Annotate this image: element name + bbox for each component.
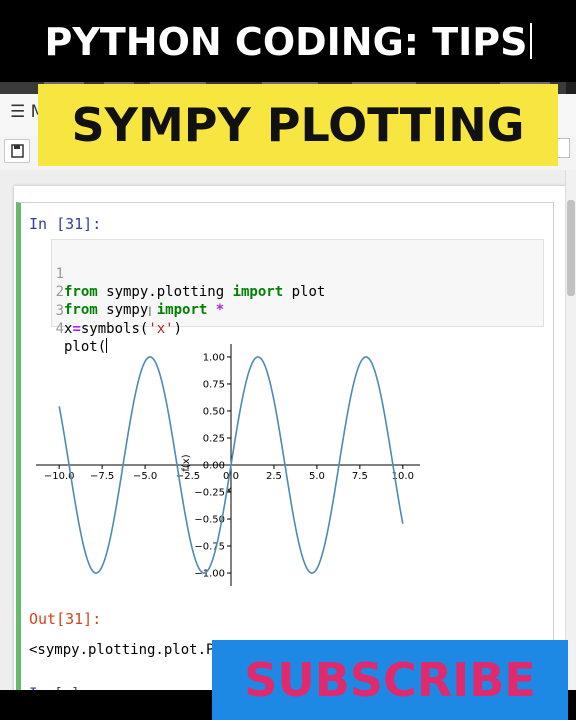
save-icon [11, 144, 24, 158]
code-token: symbols( [80, 321, 149, 337]
code-token: sympy.plotting [97, 284, 233, 300]
code-line: 1 from sympy.plotting import plot [52, 247, 326, 300]
topic-banner-text: SYMPY PLOTTING [71, 98, 525, 152]
x-tick-label: 7.5 [352, 471, 368, 482]
code-editor[interactable]: 1 from sympy.plotting import plot 2 from… [51, 239, 544, 355]
y-tick-label: 1.00 [203, 352, 225, 363]
y-tick-label: 0.00 [203, 461, 225, 472]
input-prompt: In [31]: [29, 215, 102, 233]
code-token: 'x' [148, 321, 174, 337]
y-tick-label: −1.00 [194, 569, 225, 580]
subscribe-button[interactable]: SUBSCRIBE [212, 640, 568, 720]
x-tick-label: −5.0 [133, 471, 157, 482]
video-title-text: PYTHON CODING: TIPS [44, 20, 528, 64]
topic-banner: SYMPY PLOTTING [38, 84, 558, 166]
scrollbar-thumb[interactable] [567, 200, 575, 296]
output-prompt: Out[31]: [29, 610, 102, 628]
code-line: 4 plot( [52, 302, 108, 355]
video-title: PYTHON CODING: TIPS [0, 20, 576, 64]
y-tick-label: −0.25 [194, 488, 225, 499]
x-tick-label: −7.5 [90, 471, 114, 482]
x-tick-label: 2.5 [266, 471, 282, 482]
title-caret [529, 23, 532, 59]
y-tick-label: 0.50 [203, 406, 225, 417]
y-tick-label: 0.25 [203, 433, 225, 444]
output-text: <sympy.plotting.plot.P [29, 642, 215, 658]
code-text: from sympy import * [64, 301, 224, 319]
subscribe-label: SUBSCRIBE [244, 653, 536, 707]
title-overlay: PYTHON CODING: TIPS [0, 0, 576, 82]
code-token: import [156, 302, 208, 318]
code-token: plot [283, 284, 326, 300]
code-line: 2 from sympy import * [52, 265, 225, 318]
y-tick-label: 0.75 [203, 379, 225, 390]
save-button[interactable] [4, 139, 30, 163]
y-axis-label: f(x) [181, 454, 192, 471]
x-tick-label: 0.0 [223, 471, 239, 482]
code-line: 3 x=symbols('x') [52, 284, 182, 337]
code-text: from sympy.plotting import plot [64, 283, 325, 301]
plot-svg: −10.0 −7.5 −5.0 −2.5 0.0 2.5 5.0 7.5 10.01.000.7… [36, 344, 420, 586]
text-cursor-icon: Ⅰ [148, 305, 152, 320]
code-token: import [232, 284, 284, 300]
code-token: ) [173, 321, 183, 337]
sympy-plot: −10.0 −7.5 −5.0 −2.5 0.0 2.5 5.0 7.5 10.0 1.00 0.7… [30, 336, 430, 596]
y-tick-label: −0.75 [194, 542, 225, 553]
x-tick-label: 5.0 [309, 471, 325, 482]
code-token: * [215, 302, 225, 318]
